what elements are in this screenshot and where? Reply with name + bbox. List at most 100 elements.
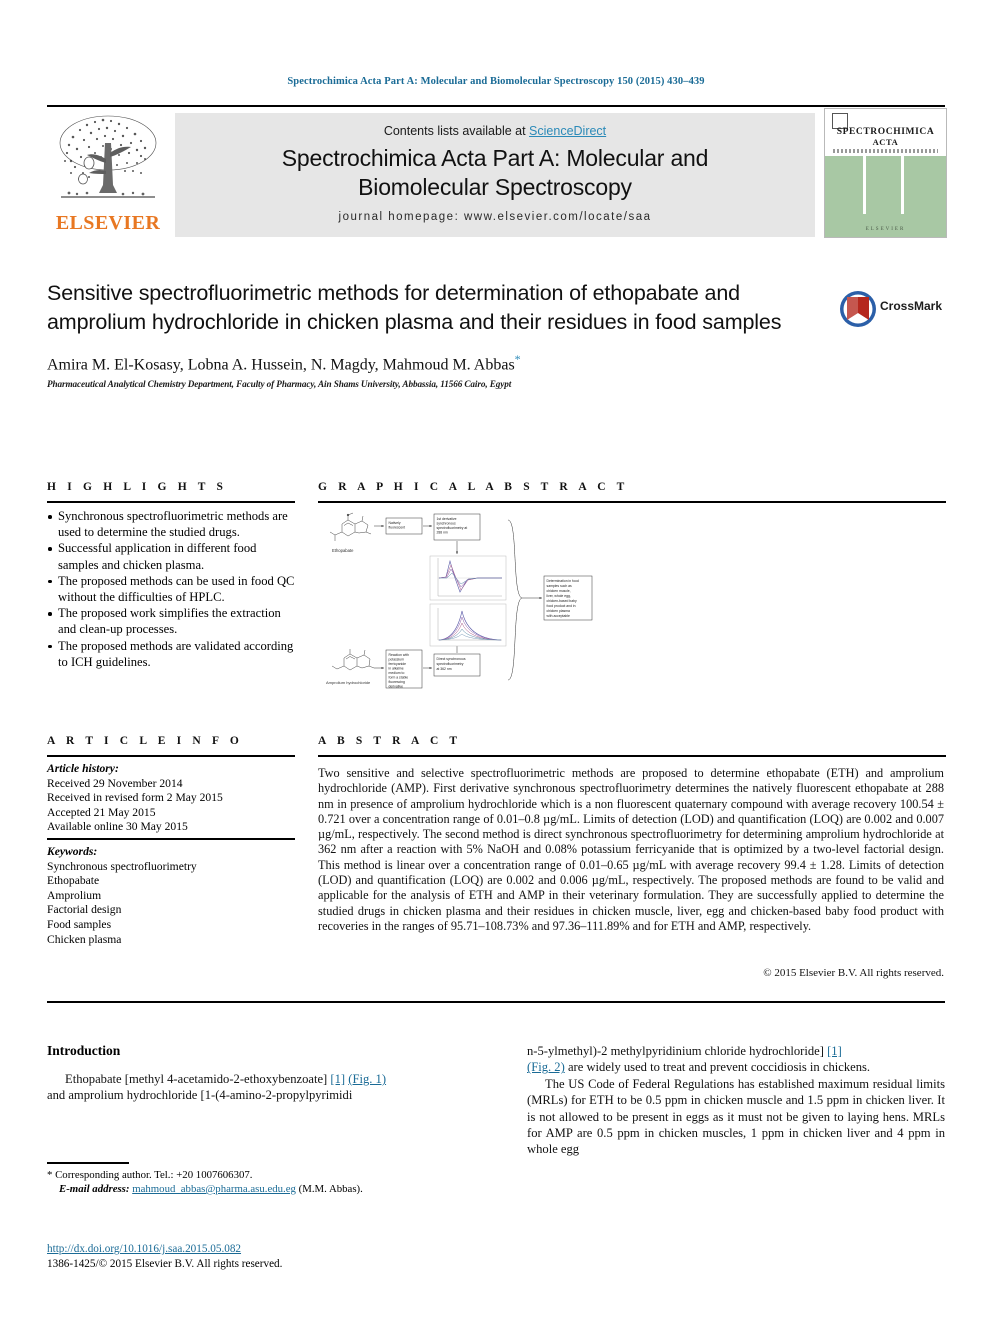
ga-box-natively: Natively: [389, 521, 401, 525]
reference-link-1[interactable]: [1]: [330, 1072, 345, 1086]
history-online: Available online 30 May 2015: [47, 820, 188, 834]
history-accepted: Accepted 21 May 2015: [47, 805, 156, 819]
affiliation: Pharmaceutical Analytical Chemistry Depa…: [47, 379, 512, 390]
intro-text-b: and amprolium hydrochloride [1-(4-amino-…: [47, 1088, 353, 1103]
cover-top: SPECTROCHIMICA ACTA: [825, 109, 946, 153]
list-item: Synchronous spectrofluorimetric methods …: [47, 508, 299, 540]
cover-caption: ELSEVIER: [865, 227, 906, 232]
abstract-copyright: © 2015 Elsevier B.V. All rights reserved…: [763, 967, 944, 979]
history-revised: Received in revised form 2 May 2015: [47, 791, 223, 805]
keyword-item: Chicken plasma: [47, 932, 122, 946]
ga-ethopabate-label: Ethopabate: [332, 548, 354, 553]
list-item: The proposed methods can be used in food…: [47, 573, 299, 605]
cover-subtitle-rule: [833, 149, 938, 153]
sciencedirect-link[interactable]: ScienceDirect: [529, 124, 606, 138]
crossmark-label: CrossMark: [880, 299, 943, 313]
elsevier-wordmark: ELSEVIER: [55, 212, 161, 234]
masthead-banner: Contents lists available at ScienceDirec…: [175, 113, 815, 237]
intro-paragraph-right: n-5-ylmethyl)-2 methylpyridinium chlorid…: [527, 1043, 945, 1076]
svg-text:spectrofluorimetry at: spectrofluorimetry at: [437, 526, 468, 530]
author-list: Amira M. El-Kosasy, Lobna A. Hussein, N.…: [47, 352, 807, 374]
graphical-abstract-heading: G R A P H I C A L A B S T R A C T: [318, 481, 629, 493]
abstract-divider: [318, 755, 946, 757]
email-link[interactable]: mahmoud_abbas@pharma.asu.edu.eg: [132, 1183, 296, 1195]
journal-title: Spectrochimica Acta Part A: Molecular an…: [175, 144, 815, 202]
reference-link-1b[interactable]: [1]: [827, 1044, 842, 1058]
introduction-heading: Introduction: [47, 1043, 121, 1058]
figure-link-1[interactable]: (Fig. 1): [348, 1072, 386, 1086]
svg-text:chicken muscle,: chicken muscle,: [547, 589, 571, 593]
cover-title-line2: ACTA: [872, 137, 899, 147]
title-block: Sensitive spectrofluorimetric methods fo…: [47, 279, 807, 389]
highlights-heading: H I G H L I G H T S: [47, 481, 228, 493]
svg-text:liver, whole egg,: liver, whole egg,: [547, 594, 571, 598]
doi-link[interactable]: http://dx.doi.org/10.1016/j.saa.2015.05.…: [47, 1243, 241, 1255]
article-history: Article history: Received 29 November 20…: [47, 762, 299, 835]
svg-text:medium to: medium to: [389, 671, 405, 675]
corresponding-author-note: * Corresponding author. Tel.: +20 100760…: [47, 1168, 477, 1182]
svg-text:with acceptable: with acceptable: [547, 614, 570, 618]
list-item: The proposed methods are validated accor…: [47, 638, 299, 670]
svg-text:chicken-based baby: chicken-based baby: [547, 599, 577, 603]
cover-artwork: ELSEVIER: [825, 156, 946, 237]
keywords-label: Keywords:: [47, 845, 98, 858]
highlights-list: Synchronous spectrofluorimetric methods …: [47, 508, 299, 670]
svg-text:fluorescing: fluorescing: [389, 680, 406, 684]
list-item: Successful application in different food…: [47, 540, 299, 572]
svg-text:chicken plasma: chicken plasma: [547, 609, 570, 613]
section-divider: [47, 1001, 945, 1003]
elsevier-tree-icon: [59, 115, 157, 198]
svg-text:form a stable: form a stable: [389, 676, 409, 680]
keywords-divider: [47, 838, 295, 840]
imprint-block: http://dx.doi.org/10.1016/j.saa.2015.05.…: [47, 1242, 477, 1271]
svg-text:potassium: potassium: [389, 658, 405, 662]
page-title: Sensitive spectrofluorimetric methods fo…: [47, 281, 782, 334]
history-received: Received 29 November 2014: [47, 776, 183, 790]
intro-right-a: n-5-ylmethyl)-2 methylpyridinium chlorid…: [527, 1044, 824, 1058]
intro-text-a: Ethopabate [methyl 4-acetamido-2-ethoxyb…: [65, 1072, 328, 1086]
email-note: E-mail address: mahmoud_abbas@pharma.asu…: [47, 1182, 477, 1196]
keyword-item: Synchronous spectrofluorimetry: [47, 859, 197, 873]
crossmark-badge[interactable]: CrossMark: [838, 287, 948, 333]
svg-text:derivative: derivative: [389, 685, 404, 689]
keywords-block: Keywords: Synchronous spectrofluorimetry…: [47, 845, 299, 947]
mrl-paragraph: The US Code of Federal Regulations has e…: [527, 1076, 945, 1157]
body-column-right: n-5-ylmethyl)-2 methylpyridinium chlorid…: [527, 1043, 945, 1158]
graphical-abstract-flowchart: Ethopabate Amprolium hydrochloride Nativ…: [326, 512, 593, 689]
body-column-left: Introduction Ethopabate [methyl 4-acetam…: [47, 1043, 465, 1104]
article-history-label: Article history:: [47, 762, 119, 775]
ga-box-first-derivative: 1st derivative: [437, 517, 457, 521]
journal-homepage-link[interactable]: journal homepage: www.elsevier.com/locat…: [175, 211, 815, 223]
ga-box-direct: Direct synchronous: [437, 657, 466, 661]
svg-text:spectrofluorimetry: spectrofluorimetry: [437, 662, 464, 666]
keyword-item: Food samples: [47, 917, 112, 931]
ga-box-reaction: Reaction with: [389, 653, 409, 657]
journal-first-page: Spectrochimica Acta Part A: Molecular an…: [0, 0, 992, 1323]
ga-amprolium-label: Amprolium hydrochloride: [326, 680, 371, 685]
list-item: The proposed work simplifies the extract…: [47, 605, 299, 637]
abstract-heading: A B S T R A C T: [318, 735, 462, 747]
ga-spectrum-emission: [429, 603, 507, 647]
email-owner: (M.M. Abbas).: [298, 1183, 363, 1195]
running-head: Spectrochimica Acta Part A: Molecular an…: [287, 76, 705, 87]
svg-text:288 nm: 288 nm: [437, 531, 448, 535]
svg-text:in alkaline: in alkaline: [389, 667, 404, 671]
keyword-item: Amprolium: [47, 888, 102, 902]
figure-link-2[interactable]: (Fig. 2): [527, 1060, 565, 1074]
intro-right-b: are widely used to treat and prevent coc…: [567, 1060, 871, 1075]
corresponding-author-marker: *: [514, 352, 521, 366]
svg-text:ferricyanide: ferricyanide: [389, 662, 407, 666]
svg-text:fluorescent: fluorescent: [389, 526, 406, 530]
graphical-abstract-figure[interactable]: Ethopabate Amprolium hydrochloride Nativ…: [322, 508, 622, 693]
footnote-star: *: [47, 1169, 53, 1181]
svg-text:at 362 nm: at 362 nm: [437, 667, 452, 671]
keyword-item: Ethopabate: [47, 874, 100, 888]
intro-paragraph-left: Ethopabate [methyl 4-acetamido-2-ethoxyb…: [47, 1071, 465, 1104]
svg-text:synchronous: synchronous: [437, 522, 457, 526]
ga-spectrum-derivative: [429, 555, 507, 601]
ga-box-result: Determination in food: [547, 579, 579, 583]
footnote-divider: [47, 1162, 129, 1164]
svg-text:samples such as: samples such as: [547, 584, 573, 588]
journal-cover-thumbnail[interactable]: SPECTROCHIMICA ACTA ELSEVIER: [824, 108, 947, 238]
svg-text:food product and in: food product and in: [547, 604, 576, 608]
